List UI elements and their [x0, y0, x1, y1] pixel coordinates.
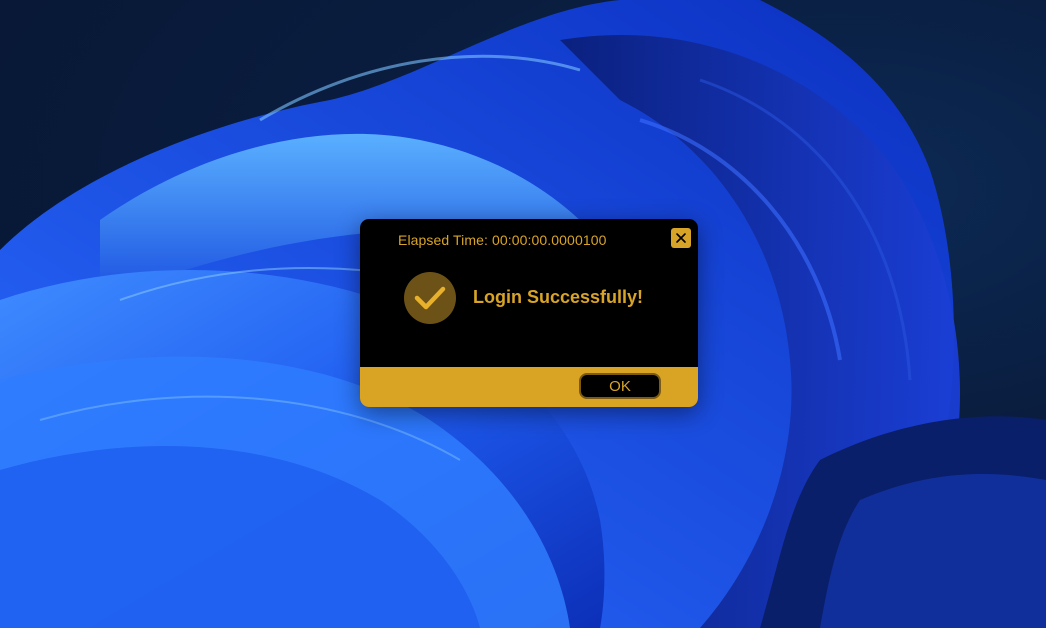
close-button[interactable]: [671, 228, 691, 248]
login-result-dialog: Elapsed Time: 00:00:00.0000100 Login Suc…: [360, 219, 698, 407]
ok-button[interactable]: OK: [579, 373, 661, 399]
close-icon: [676, 233, 686, 243]
dialog-title: Elapsed Time: 00:00:00.0000100: [398, 232, 607, 248]
check-circle-icon: [404, 272, 456, 324]
desktop: Elapsed Time: 00:00:00.0000100 Login Suc…: [0, 0, 1046, 628]
dialog-footer: OK: [360, 367, 698, 407]
status-message: Login Successfully!: [473, 287, 644, 307]
